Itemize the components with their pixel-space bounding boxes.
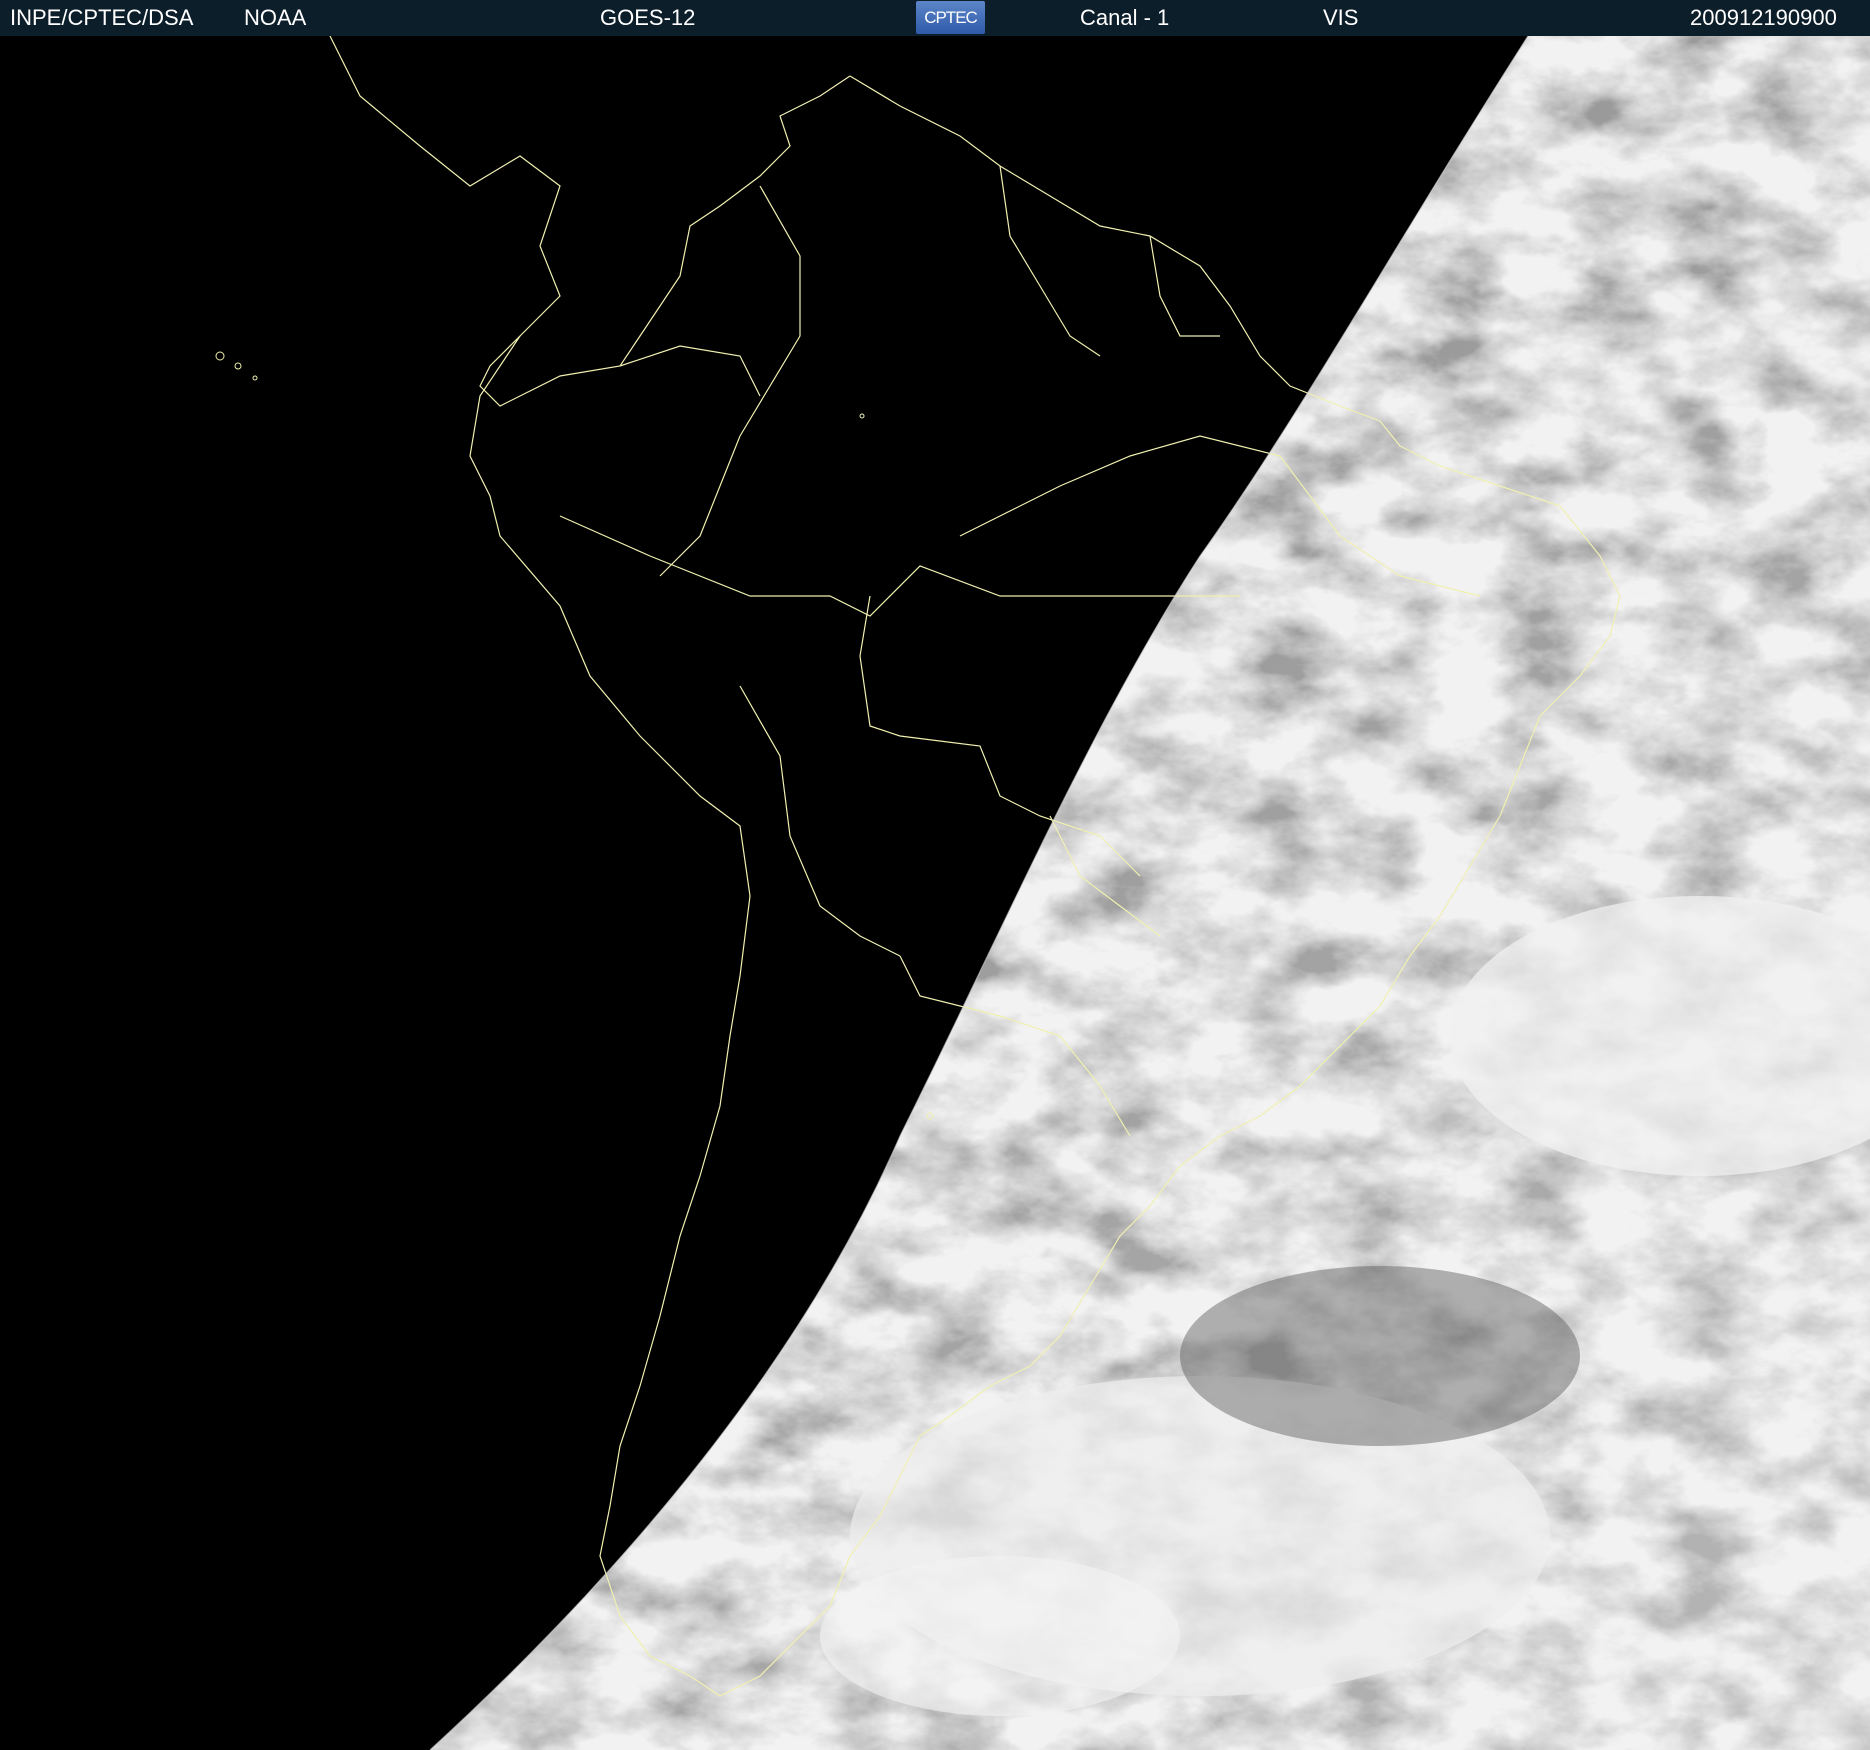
channel-label: Canal - 1 bbox=[1080, 5, 1170, 30]
timestamp-label: 200912190900 bbox=[1690, 5, 1837, 30]
band-label: VIS bbox=[1323, 5, 1359, 30]
satellite-label: GOES-12 bbox=[600, 5, 696, 30]
agency-label: NOAA bbox=[244, 5, 307, 30]
satellite-image bbox=[0, 36, 1870, 1750]
org-label: INPE/CPTEC/DSA bbox=[10, 5, 194, 30]
image-header-bar: INPE/CPTEC/DSA NOAA GOES-12 CPTEC Canal … bbox=[0, 0, 1870, 36]
cptec-logo-icon: CPTEC bbox=[916, 1, 985, 34]
